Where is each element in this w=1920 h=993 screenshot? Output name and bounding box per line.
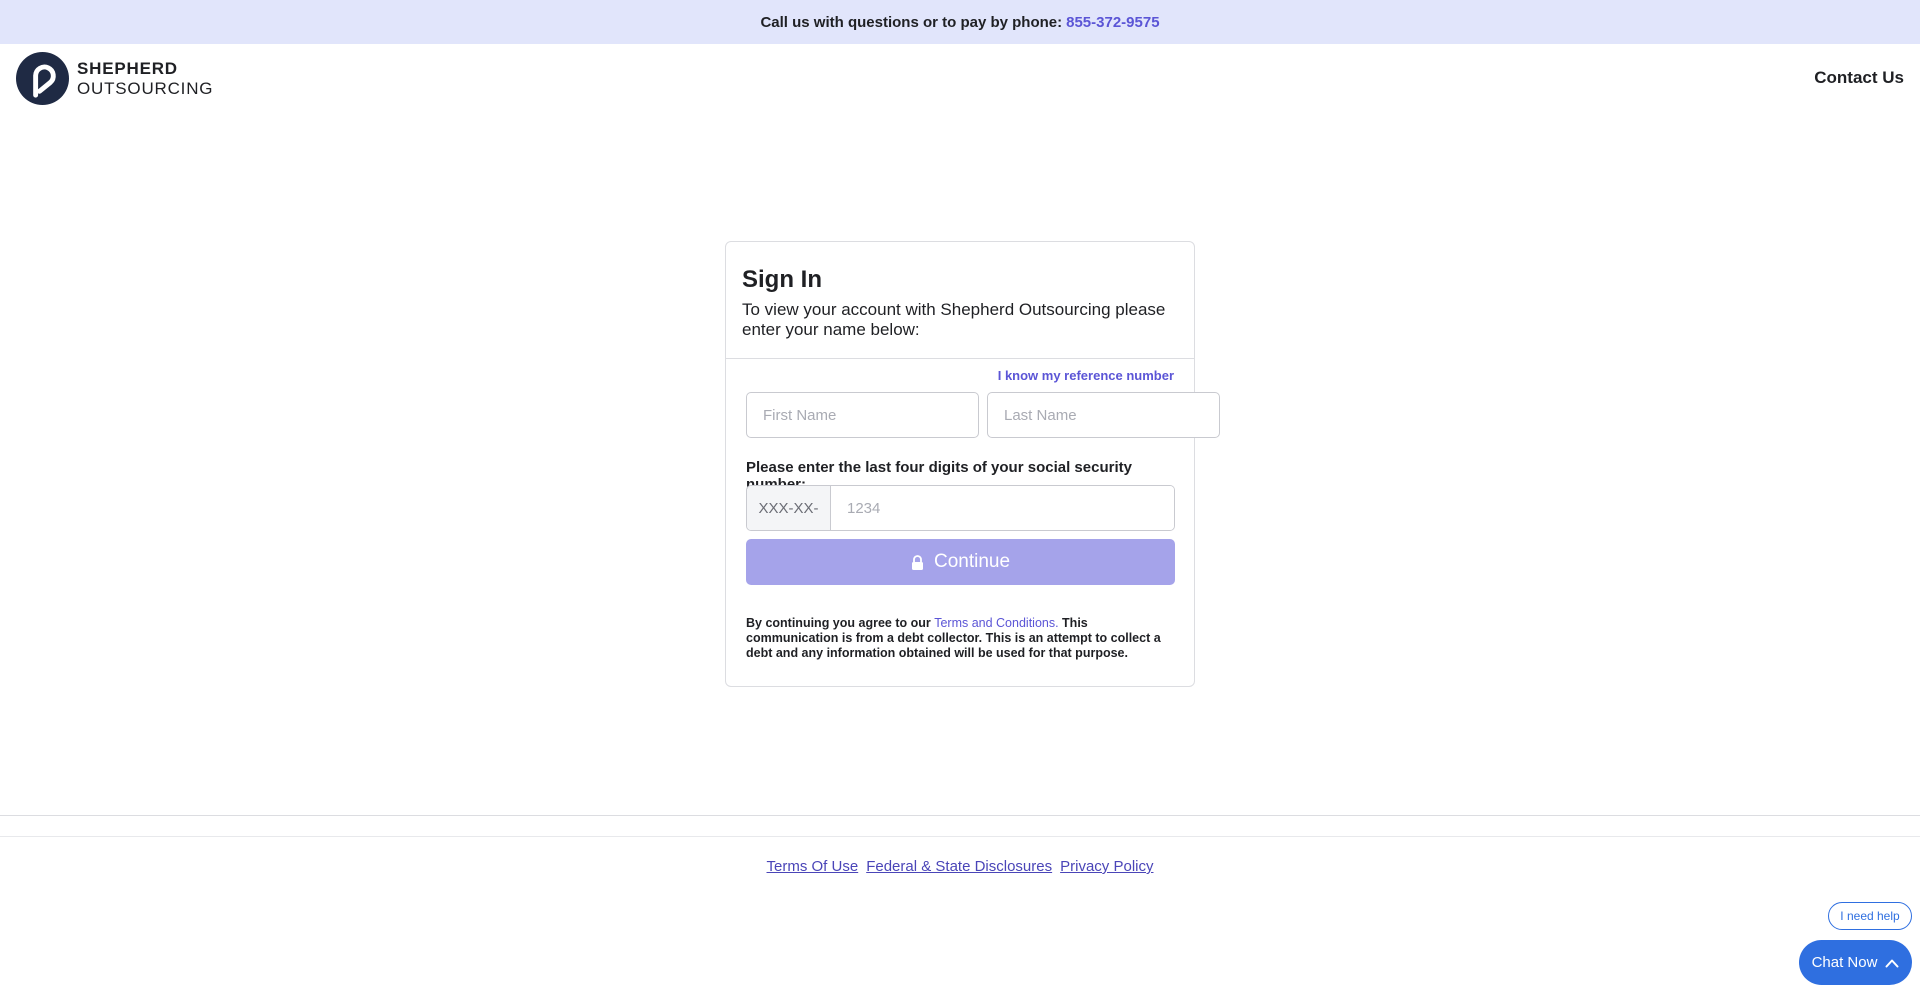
shepherd-logo-icon bbox=[16, 52, 69, 105]
continue-label: Continue bbox=[933, 551, 1011, 572]
name-row bbox=[746, 392, 1220, 438]
contact-us-link[interactable]: Contact Us bbox=[1814, 68, 1904, 88]
footer-divider bbox=[0, 815, 1920, 816]
privacy-policy-link[interactable]: Privacy Policy bbox=[1060, 858, 1153, 875]
logo-line2: OUTSOURCING bbox=[77, 78, 214, 98]
logo[interactable]: SHEPHERD OUTSOURCING bbox=[16, 52, 213, 105]
continue-button[interactable]: Continue bbox=[746, 539, 1175, 585]
disclaimer: By continuing you agree to our Terms and… bbox=[746, 616, 1178, 661]
logo-line1: SHEPHERD bbox=[77, 58, 178, 78]
footer-divider-secondary bbox=[0, 836, 1920, 837]
ssn-last-four-input[interactable] bbox=[831, 486, 1174, 530]
footer-links: Terms Of Use Federal & State Disclosures… bbox=[0, 858, 1920, 875]
site-header: SHEPHERD OUTSOURCING Contact Us bbox=[0, 44, 1920, 114]
terms-of-use-link[interactable]: Terms Of Use bbox=[767, 858, 859, 875]
chat-now-button[interactable]: Chat Now bbox=[1799, 940, 1912, 985]
signin-card-header: Sign In To view your account with Shephe… bbox=[726, 242, 1194, 359]
first-name-input[interactable] bbox=[746, 392, 979, 438]
lock-icon bbox=[911, 554, 923, 570]
logo-text: SHEPHERD OUTSOURCING bbox=[77, 59, 213, 99]
terms-and-conditions-link[interactable]: Terms and Conditions. bbox=[934, 616, 1058, 630]
announcement-bar: Call us with questions or to pay by phon… bbox=[0, 0, 1920, 44]
reference-number-link[interactable]: I know my reference number bbox=[998, 368, 1174, 383]
last-name-input[interactable] bbox=[987, 392, 1220, 438]
disclosures-link[interactable]: Federal & State Disclosures bbox=[866, 858, 1052, 875]
chevron-up-icon bbox=[1885, 959, 1899, 967]
signin-card: Sign In To view your account with Shephe… bbox=[725, 241, 1220, 687]
disclaimer-pre: By continuing you agree to our bbox=[746, 616, 935, 630]
ssn-prefix: XXX-XX- bbox=[747, 486, 831, 530]
need-help-button[interactable]: I need help bbox=[1828, 902, 1912, 930]
announcement-text: Call us with questions or to pay by phon… bbox=[760, 13, 1063, 31]
page-title: Sign In bbox=[742, 266, 822, 293]
ssn-input-group: XXX-XX- bbox=[746, 485, 1175, 531]
phone-link[interactable]: 855-372-9575 bbox=[1066, 14, 1159, 31]
signin-subtitle: To view your account with Shepherd Outso… bbox=[742, 300, 1166, 339]
chat-now-label: Chat Now bbox=[1811, 954, 1878, 971]
